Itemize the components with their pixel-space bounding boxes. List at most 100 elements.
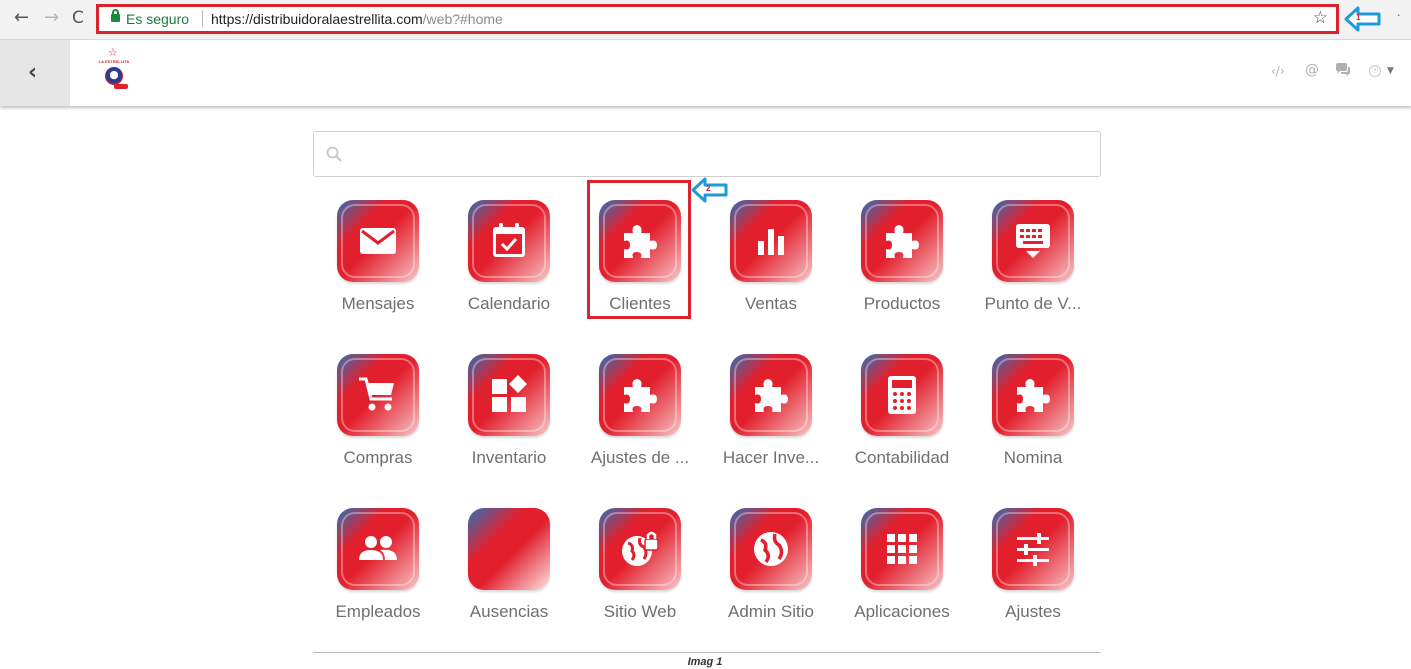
app-icon[interactable]: [992, 508, 1074, 590]
envelope-icon: [360, 228, 396, 254]
app-header: ‹ ☆ LA ESTRELLITA ‹/› @ ⓢ ▼: [0, 40, 1411, 106]
logo-swash: [114, 84, 128, 89]
app-tile-compras[interactable]: Compras: [313, 354, 443, 494]
app-tile-ausencias[interactable]: Ausencias: [444, 508, 574, 648]
globe-icon: [754, 532, 788, 566]
app-icon[interactable]: [992, 200, 1074, 282]
url-path: /web?#home: [422, 11, 503, 27]
url-host: https://distribuidoralaestrellita.com: [211, 11, 423, 27]
app-label[interactable]: Sitio Web: [575, 602, 705, 622]
lock-icon: [111, 9, 120, 22]
puzzle-icon: [1017, 379, 1050, 412]
search-input[interactable]: [350, 140, 1090, 168]
calculator-icon: [888, 376, 916, 414]
forward-arrow-icon[interactable]: →: [44, 8, 59, 28]
app-label[interactable]: Aplicaciones: [837, 602, 967, 622]
star-icon[interactable]: ☆: [1313, 8, 1328, 28]
app-label[interactable]: Admin Sitio: [706, 602, 836, 622]
app-label[interactable]: Contabilidad: [837, 448, 967, 468]
app-label[interactable]: Productos: [837, 294, 967, 314]
app-label[interactable]: Inventario: [444, 448, 574, 468]
app-tile-admin-sitio[interactable]: Admin Sitio: [706, 508, 836, 648]
logo-mascot-icon: [105, 67, 123, 85]
app-tile-ventas[interactable]: Ventas: [706, 200, 836, 340]
annotation-highlight-box: [587, 180, 691, 319]
image-caption: Imag 1: [687, 656, 723, 668]
calendar-check-icon: [493, 223, 525, 257]
user-avatar-icon[interactable]: ⓢ: [1369, 65, 1381, 77]
app-icon[interactable]: [599, 354, 681, 436]
search-box[interactable]: [313, 131, 1101, 177]
app-label[interactable]: Nomina: [968, 448, 1098, 468]
code-icon[interactable]: ‹/›: [1271, 64, 1285, 78]
app-label[interactable]: Compras: [313, 448, 443, 468]
app-tile-ajustes[interactable]: Ajustes: [968, 508, 1098, 648]
logo-text: LA ESTRELLITA: [98, 59, 130, 64]
annotation-arrow-1-icon: [1344, 6, 1381, 32]
app-icon[interactable]: [337, 354, 419, 436]
app-tile-hacer-inve[interactable]: Hacer Inve...: [706, 354, 836, 494]
chevron-left-icon: ‹: [28, 60, 38, 85]
caret-down-icon[interactable]: ▼: [1387, 66, 1394, 76]
app-icon[interactable]: [861, 508, 943, 590]
company-logo[interactable]: ☆ LA ESTRELLITA: [96, 46, 132, 98]
puzzle-icon: [624, 379, 657, 412]
secure-label: Es seguro: [126, 11, 190, 27]
systray: ‹/› @ ⓢ ▼: [1271, 62, 1401, 82]
annotation-number-1: 1: [1356, 13, 1361, 22]
app-tile-productos[interactable]: Productos: [837, 200, 967, 340]
app-label[interactable]: Ventas: [706, 294, 836, 314]
search-icon: [326, 146, 342, 162]
shopping-cart-icon: [359, 377, 394, 411]
app-tile-aplicaciones[interactable]: Aplicaciones: [837, 508, 967, 648]
app-icon[interactable]: [337, 508, 419, 590]
app-tile-mensajes[interactable]: Mensajes: [313, 200, 443, 340]
app-tile-inventario[interactable]: Inventario: [444, 354, 574, 494]
chat-icon[interactable]: [1335, 63, 1351, 77]
app-label[interactable]: Hacer Inve...: [706, 448, 836, 468]
app-label[interactable]: Mensajes: [313, 294, 443, 314]
keyboard-icon: [1016, 224, 1050, 258]
app-tile-punto-de-v[interactable]: Punto de V...: [968, 200, 1098, 340]
app-tile-empleados[interactable]: Empleados: [313, 508, 443, 648]
puzzle-icon: [886, 225, 919, 258]
app-tile-calendario[interactable]: Calendario: [444, 200, 574, 340]
app-icon[interactable]: [468, 354, 550, 436]
app-label[interactable]: Ajustes: [968, 602, 1098, 622]
back-arrow-icon[interactable]: ←: [14, 8, 29, 28]
app-label[interactable]: Punto de V...: [968, 294, 1098, 314]
app-icon[interactable]: [468, 508, 550, 590]
app-icon[interactable]: [730, 354, 812, 436]
app-label[interactable]: Calendario: [444, 294, 574, 314]
app-icon[interactable]: [861, 354, 943, 436]
app-label[interactable]: Ausencias: [444, 602, 574, 622]
app-icon[interactable]: [730, 508, 812, 590]
logo-star-icon: ☆: [108, 46, 118, 59]
bar-chart-icon: [758, 229, 784, 255]
globe-lock-icon: [622, 531, 659, 566]
app-label[interactable]: Ajustes de ...: [575, 448, 705, 468]
menu-dot-icon[interactable]: ·: [1396, 6, 1401, 22]
blocks-icon: [492, 375, 527, 412]
app-tile-nomina[interactable]: Nomina: [968, 354, 1098, 494]
address-bar[interactable]: Es seguro https://distribuidoralaestrell…: [96, 4, 1339, 34]
app-tile-sitio-web[interactable]: Sitio Web: [575, 508, 705, 648]
app-icon[interactable]: [599, 508, 681, 590]
app-label[interactable]: Empleados: [313, 602, 443, 622]
divider: [313, 652, 1101, 653]
app-icon[interactable]: [730, 200, 812, 282]
people-icon: [359, 536, 397, 560]
app-tile-contabilidad[interactable]: Contabilidad: [837, 354, 967, 494]
annotation-number-2: 2: [706, 184, 711, 193]
puzzle-icon: [755, 379, 788, 412]
app-icon[interactable]: [337, 200, 419, 282]
sliders-icon: [1017, 533, 1049, 566]
back-button[interactable]: ‹: [0, 40, 70, 106]
app-icon[interactable]: [992, 354, 1074, 436]
app-icon[interactable]: [468, 200, 550, 282]
reload-icon[interactable]: C: [72, 8, 84, 28]
at-icon[interactable]: @: [1305, 62, 1319, 78]
app-tile-ajustes-de[interactable]: Ajustes de ...: [575, 354, 705, 494]
app-icon[interactable]: [861, 200, 943, 282]
url-text[interactable]: https://distribuidoralaestrellita.com/we…: [211, 11, 503, 27]
